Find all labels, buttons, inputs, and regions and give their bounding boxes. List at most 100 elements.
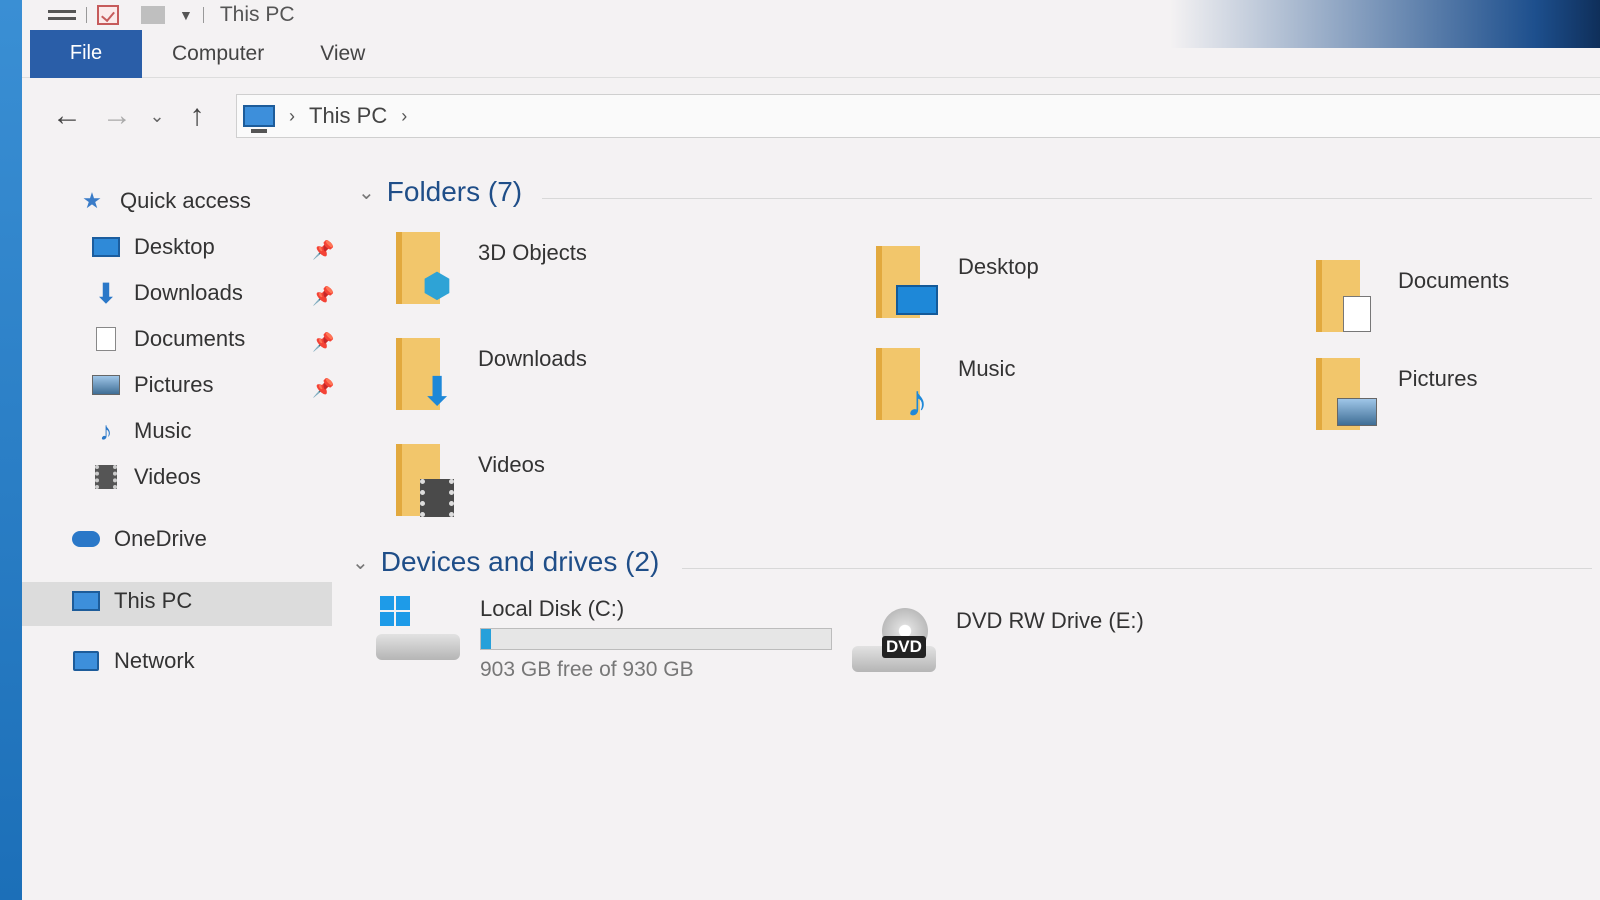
pin-icon[interactable]: 📌	[312, 240, 334, 261]
network-icon	[72, 649, 100, 673]
drive-name: DVD RW Drive (E:)	[956, 608, 1144, 633]
pin-icon[interactable]: 📌	[312, 378, 334, 399]
folder-label: Videos	[478, 452, 545, 477]
nav-label: Music	[134, 418, 192, 443]
window-title: This PC	[219, 3, 295, 26]
file-explorer-window: ▼ This PC File Computer View ← → ⌄ ↑ › T…	[22, 0, 1600, 900]
folder-label: Music	[958, 356, 1016, 381]
drives-group-header[interactable]: ⌄ Devices and drives (2)	[352, 546, 659, 578]
cloud-icon	[72, 527, 100, 551]
tab-file[interactable]: File	[30, 29, 142, 78]
this-pc-icon	[243, 105, 275, 133]
folder-pictures-icon	[1312, 358, 1378, 436]
folder-desktop-icon	[872, 246, 938, 324]
nav-quick-access[interactable]: ★ Quick access	[78, 188, 251, 214]
nav-label: Documents	[134, 326, 246, 351]
nav-label: Pictures	[134, 372, 214, 397]
back-arrow-icon[interactable]: ←	[42, 99, 92, 133]
title-bar: ▼ This PC	[22, 0, 1600, 30]
customize-toolbar-dropdown-icon[interactable]: ▼	[179, 7, 193, 23]
breadcrumb-this-pc[interactable]: This PC	[309, 103, 387, 129]
folder-3d-objects[interactable]: ⬢ 3D Objects	[392, 232, 587, 310]
folder-label: Downloads	[478, 346, 587, 371]
folder-documents-icon	[1312, 260, 1378, 338]
navigation-bar: ← → ⌄ ↑ › This PC ›	[22, 88, 1600, 144]
folder-documents[interactable]: Documents	[1312, 260, 1509, 338]
tab-view[interactable]: View	[320, 42, 365, 66]
drive-local-disk-c[interactable]: Local Disk (C:) 903 GB free of 930 GB	[376, 596, 832, 682]
up-arrow-icon[interactable]: ↑	[172, 99, 222, 133]
address-bar[interactable]: › This PC ›	[236, 94, 1600, 138]
breadcrumb-separator-icon[interactable]: ›	[289, 106, 295, 127]
nav-label: Desktop	[134, 234, 215, 259]
drive-dvd-rw-e[interactable]: DVD DVD RW Drive (E:)	[852, 608, 1144, 672]
folder-desktop[interactable]: Desktop	[872, 246, 1039, 324]
ribbon-tabs: File Computer View	[22, 29, 1600, 78]
nav-item-pictures[interactable]: Pictures	[92, 372, 213, 398]
drive-usage-fill	[481, 629, 492, 649]
document-icon	[92, 327, 120, 351]
nav-onedrive[interactable]: OneDrive	[72, 526, 207, 552]
tab-computer[interactable]: Computer	[172, 42, 264, 66]
folder-label: Desktop	[958, 254, 1039, 279]
nav-item-music[interactable]: ♪ Music	[92, 415, 192, 446]
folders-group-header[interactable]: ⌄ Folders (7)	[358, 176, 522, 208]
quick-access-separator	[86, 7, 87, 23]
group-divider	[682, 568, 1592, 569]
dvd-drive-icon: DVD	[852, 608, 936, 672]
title-separator	[202, 7, 204, 23]
picture-icon	[92, 373, 120, 397]
folder-music-icon: ♪	[872, 348, 938, 426]
content-pane: ⌄ Folders (7) ⬢ 3D Objects Desktop Docum…	[352, 160, 1600, 900]
group-title: Folders (7)	[386, 176, 523, 207]
drive-usage-bar	[480, 628, 832, 650]
properties-icon[interactable]	[97, 5, 119, 25]
dvd-badge: DVD	[882, 636, 926, 658]
chevron-down-icon[interactable]: ⌄	[358, 180, 375, 205]
system-menu-icon[interactable]	[48, 10, 76, 20]
nav-item-documents[interactable]: Documents	[92, 326, 245, 352]
hard-drive-icon	[376, 596, 460, 660]
nav-label: Videos	[134, 464, 201, 489]
folder-videos[interactable]: Videos	[392, 444, 545, 522]
nav-label: OneDrive	[114, 526, 207, 551]
folder-label: 3D Objects	[478, 240, 587, 265]
windows-logo-icon	[380, 596, 410, 626]
recent-locations-chevron-icon[interactable]: ⌄	[142, 106, 172, 127]
folder-videos-icon	[392, 444, 458, 522]
chevron-down-icon[interactable]: ⌄	[352, 550, 369, 575]
computer-icon	[72, 589, 100, 613]
nav-network[interactable]: Network	[72, 648, 195, 674]
forward-arrow-icon[interactable]: →	[92, 99, 142, 133]
folder-label: Pictures	[1398, 366, 1478, 391]
nav-item-downloads[interactable]: ⬇ Downloads	[92, 277, 243, 309]
nav-label: This PC	[114, 588, 193, 613]
nav-label: Quick access	[120, 188, 251, 213]
group-divider	[542, 198, 1592, 199]
desktop-icon	[92, 235, 120, 259]
drive-free-space: 903 GB free of 930 GB	[480, 658, 694, 681]
nav-item-videos[interactable]: Videos	[92, 464, 201, 490]
nav-item-desktop[interactable]: Desktop	[92, 234, 215, 260]
nav-label: Network	[114, 648, 195, 673]
pin-icon[interactable]: 📌	[312, 332, 334, 353]
folder-music[interactable]: ♪ Music	[872, 348, 1015, 426]
nav-label: Downloads	[134, 280, 243, 305]
breadcrumb-separator-icon[interactable]: ›	[401, 106, 407, 127]
folder-label: Documents	[1398, 268, 1510, 293]
pin-icon[interactable]: 📌	[312, 286, 334, 307]
nav-this-pc[interactable]: This PC	[72, 588, 192, 614]
folder-pictures[interactable]: Pictures	[1312, 358, 1477, 436]
film-icon	[92, 465, 120, 489]
new-folder-icon[interactable]	[141, 6, 165, 24]
folder-3d-objects-icon: ⬢	[392, 232, 458, 310]
download-arrow-icon: ⬇	[94, 277, 118, 309]
group-title: Devices and drives (2)	[380, 546, 660, 577]
desktop-edge	[0, 0, 22, 900]
star-icon: ★	[82, 188, 102, 213]
folder-downloads-icon: ⬇	[392, 338, 458, 416]
navigation-pane: ★ Quick access Desktop 📌 ⬇ Downloads 📌 D…	[22, 160, 334, 900]
drive-name: Local Disk (C:)	[480, 596, 625, 621]
folder-downloads[interactable]: ⬇ Downloads	[392, 338, 587, 416]
music-note-icon: ♪	[99, 415, 113, 446]
